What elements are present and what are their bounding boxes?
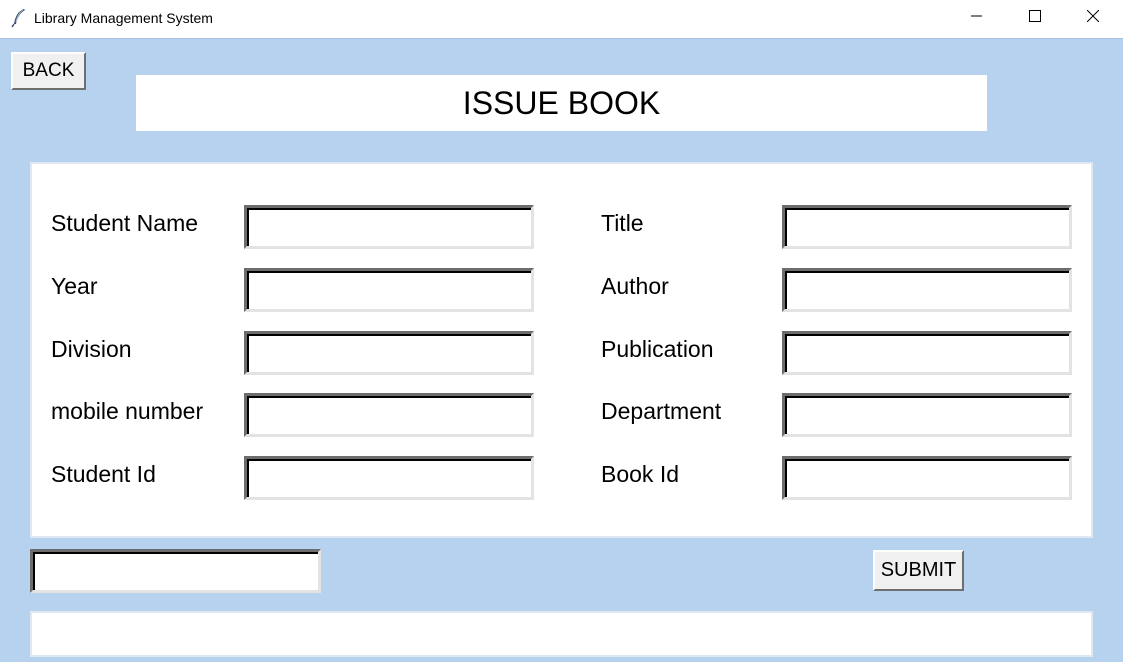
maximize-button[interactable] — [1006, 0, 1064, 36]
back-button[interactable]: BACK — [11, 52, 86, 90]
submit-button[interactable]: SUBMIT — [873, 550, 964, 591]
division-field[interactable] — [244, 331, 534, 375]
minimize-button[interactable] — [948, 0, 1006, 36]
student-id-field[interactable] — [244, 456, 534, 500]
bottom-entry-field[interactable] — [30, 549, 321, 593]
student-name-field[interactable] — [244, 205, 534, 249]
title-field[interactable] — [782, 205, 1072, 249]
mobile-number-field[interactable] — [244, 393, 534, 437]
author-field[interactable] — [782, 268, 1072, 312]
minimize-icon — [971, 9, 983, 27]
department-field[interactable] — [782, 393, 1072, 437]
main-window: BACK ISSUE BOOK Student Name Year Divisi… — [0, 38, 1123, 662]
author-label: Author — [601, 273, 669, 299]
page-title: ISSUE BOOK — [136, 75, 987, 131]
close-icon — [1086, 9, 1100, 27]
book-id-field[interactable] — [782, 456, 1072, 500]
year-label: Year — [51, 273, 98, 299]
mobile-number-label: mobile number — [51, 398, 204, 424]
book-id-label: Book Id — [601, 461, 679, 487]
title-bar: Library Management System — [0, 0, 1123, 38]
feather-icon — [10, 8, 28, 28]
issue-form-panel: Student Name Year Division mobile number… — [30, 162, 1093, 538]
status-bar — [30, 611, 1093, 657]
student-id-label: Student Id — [51, 461, 156, 487]
division-label: Division — [51, 336, 132, 362]
publication-field[interactable] — [782, 331, 1072, 375]
title-label: Title — [601, 210, 644, 236]
publication-label: Publication — [601, 336, 714, 362]
year-field[interactable] — [244, 268, 534, 312]
department-label: Department — [601, 398, 722, 424]
window-title: Library Management System — [34, 10, 213, 26]
close-button[interactable] — [1064, 0, 1122, 36]
maximize-icon — [1029, 9, 1041, 27]
student-name-label: Student Name — [51, 210, 199, 236]
